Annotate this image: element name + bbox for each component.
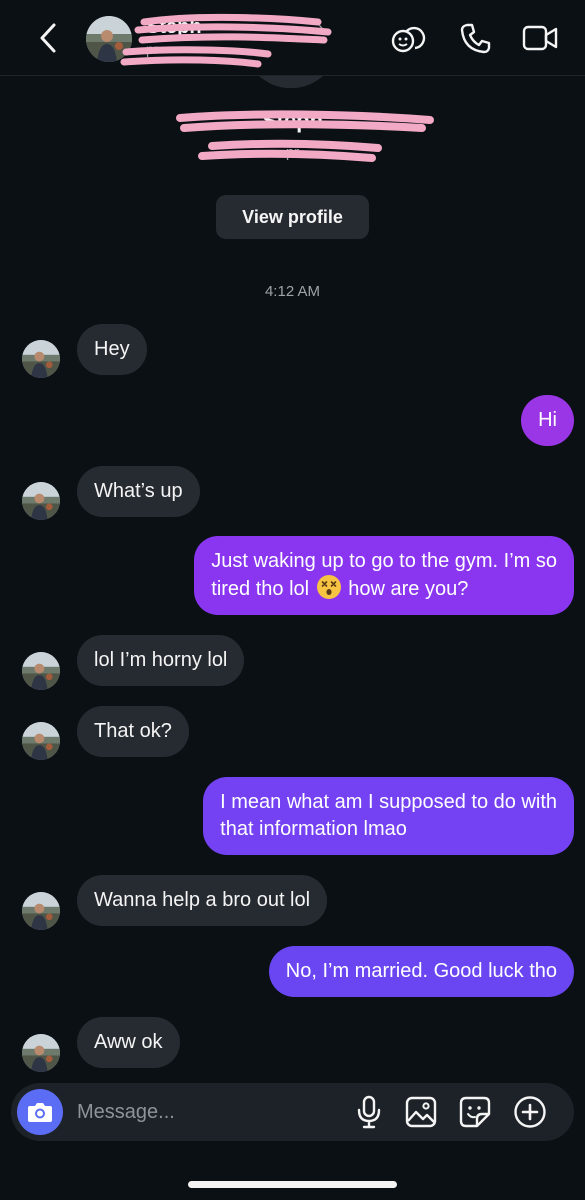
message-text: how are you? xyxy=(348,578,469,600)
camera-icon[interactable] xyxy=(17,1089,63,1135)
incoming-message[interactable]: lol I’m horny lol xyxy=(77,635,245,686)
contact-avatar-small[interactable] xyxy=(22,1034,60,1072)
message-line: Just waking up to go to the gym. I’m so xyxy=(211,550,557,572)
sticker-icon[interactable] xyxy=(455,1092,495,1132)
outgoing-message[interactable]: Hi xyxy=(521,395,574,446)
contact-subtitle: pr xyxy=(146,41,159,57)
message-input[interactable] xyxy=(77,1092,337,1132)
home-indicator xyxy=(188,1181,397,1188)
stickers-icon[interactable] xyxy=(388,18,428,58)
message-line: tired tho lol how are you? xyxy=(211,575,557,603)
contact-avatar[interactable] xyxy=(86,16,132,62)
message-text: tired tho lol xyxy=(211,578,310,600)
contact-name-block[interactable]: Steph pr › xyxy=(146,14,346,70)
video-camera-icon[interactable] xyxy=(520,18,560,58)
microphone-icon[interactable] xyxy=(349,1092,389,1132)
incoming-message[interactable]: Hey xyxy=(77,324,147,375)
contact-avatar-small[interactable] xyxy=(22,892,60,930)
chevron-right-icon: › xyxy=(318,18,324,38)
message-composer xyxy=(11,1083,574,1141)
outgoing-message[interactable]: Just waking up to go to the gym. I’m so … xyxy=(194,536,574,615)
phone-icon[interactable] xyxy=(456,18,496,58)
chevron-left-icon[interactable] xyxy=(30,20,66,56)
plus-icon[interactable] xyxy=(510,1092,550,1132)
dizzy-face-emoji xyxy=(316,575,341,599)
view-profile-button[interactable]: View profile xyxy=(216,195,369,239)
incoming-message[interactable]: That ok? xyxy=(77,706,189,757)
message-timestamp: 4:12 AM xyxy=(264,283,321,300)
message-line: I mean what am I supposed to do with xyxy=(220,791,557,813)
incoming-message[interactable]: Wanna help a bro out lol xyxy=(77,875,328,926)
contact-avatar-small[interactable] xyxy=(22,652,60,690)
contact-avatar-small[interactable] xyxy=(22,340,60,378)
incoming-message[interactable]: What’s up xyxy=(77,466,200,517)
profile-handle: pr xyxy=(285,144,300,161)
contact-avatar-small[interactable] xyxy=(22,722,60,760)
message-line: that information lmao xyxy=(220,818,407,840)
outgoing-message[interactable]: No, I’m married. Good luck tho xyxy=(268,946,574,997)
profile-name: Steph xyxy=(261,108,324,133)
contact-name: Steph xyxy=(146,16,202,38)
outgoing-message[interactable]: I mean what am I supposed to do with tha… xyxy=(203,777,574,855)
contact-avatar-small[interactable] xyxy=(22,482,60,520)
incoming-message[interactable]: Aww ok xyxy=(77,1017,180,1068)
gallery-icon[interactable] xyxy=(401,1092,441,1132)
conversation-header: Steph pr › xyxy=(0,0,585,76)
